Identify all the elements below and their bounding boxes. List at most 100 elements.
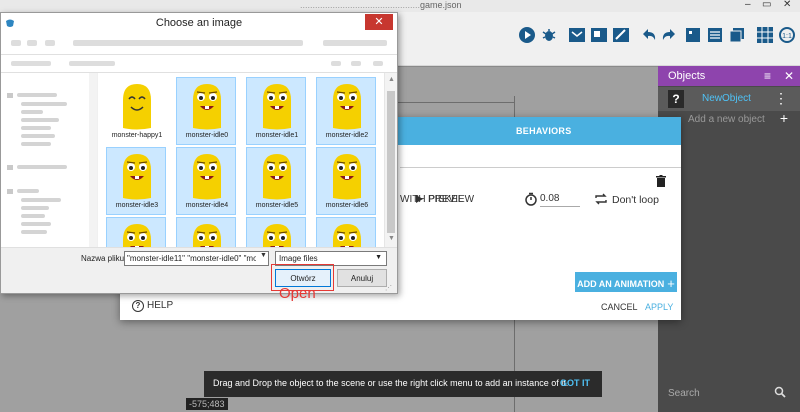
monster-thumbnail-icon — [123, 84, 151, 130]
file-item[interactable] — [176, 217, 236, 247]
organize-button[interactable] — [11, 61, 51, 66]
new-folder-button[interactable] — [69, 61, 115, 66]
forward-icon[interactable] — [27, 40, 37, 46]
object-icon[interactable] — [684, 26, 702, 44]
tab-behaviors[interactable]: BEHAVIORS — [516, 126, 572, 136]
file-item[interactable]: monster-idle3 — [106, 147, 166, 215]
folder-search-field[interactable] — [323, 40, 387, 46]
file-name: monster-idle0 — [185, 132, 229, 139]
objects-title: Objects — [668, 70, 706, 82]
cancel-button[interactable]: CANCEL — [601, 302, 638, 312]
chevron-down-icon[interactable]: ▼ — [260, 252, 267, 259]
events-editor-icon[interactable] — [568, 26, 586, 44]
file-item[interactable]: monster-idle2 — [316, 77, 376, 145]
file-name: monster-idle5 — [255, 202, 299, 209]
snackbar: Drag and Drop the object to the scene or… — [204, 371, 602, 397]
play-preview-icon[interactable] — [518, 26, 536, 44]
file-item[interactable] — [316, 217, 376, 247]
delete-animation-icon[interactable] — [656, 175, 666, 187]
file-item[interactable]: monster-idle0 — [176, 77, 236, 145]
up-icon[interactable] — [45, 40, 55, 46]
snackbar-message: Drag and Drop the object to the scene or… — [213, 378, 569, 388]
file-name: monster-idle4 — [185, 202, 229, 209]
search-icon[interactable] — [774, 386, 786, 398]
search-input[interactable]: Search — [668, 388, 700, 399]
scroll-down-icon[interactable]: ▼ — [388, 235, 395, 242]
debugger-icon[interactable] — [540, 26, 558, 44]
navigation-pane[interactable] — [1, 73, 97, 247]
resize-grip-icon[interactable]: ⋰ — [385, 284, 392, 292]
cancel-file-button[interactable]: Anuluj — [337, 269, 387, 287]
monster-thumbnail-icon — [263, 84, 291, 130]
file-dialog-footer: Nazwa pliku: ▼ Image files ▼ Otwórz Anul… — [1, 247, 397, 293]
close-panel-icon[interactable]: ✕ — [784, 69, 794, 83]
close-window-icon[interactable]: ✕ — [783, 0, 791, 10]
scene-properties-icon[interactable] — [590, 26, 608, 44]
file-list-scrollbar[interactable]: ▲ ▼ — [384, 73, 397, 247]
monster-thumbnail-icon — [333, 224, 361, 247]
file-name: monster-happy1 — [111, 132, 163, 139]
pane-icon[interactable] — [351, 61, 361, 66]
list-icon[interactable] — [706, 26, 724, 44]
back-icon[interactable] — [11, 40, 21, 46]
navigation-scrollbar[interactable] — [89, 73, 97, 247]
more-vert-icon[interactable]: ⋮ — [774, 90, 788, 107]
app-titlebar: ........................................… — [0, 0, 800, 12]
animation-toolbar: WITH PISKEL PREVIEW Don't loop — [400, 187, 681, 209]
frame-time-input[interactable] — [540, 191, 580, 207]
chevron-down-icon: ▼ — [375, 254, 382, 261]
close-dialog-button[interactable]: ✕ — [365, 14, 393, 30]
path-field[interactable] — [73, 40, 303, 46]
minimize-icon[interactable]: – — [745, 0, 751, 10]
monster-thumbnail-icon — [333, 84, 361, 130]
svg-text:1:1: 1:1 — [782, 33, 792, 40]
file-name: monster-idle3 — [115, 202, 159, 209]
got-it-button[interactable]: GOT IT — [560, 378, 590, 388]
loop-icon — [595, 193, 607, 205]
scroll-up-icon[interactable]: ▲ — [388, 76, 395, 83]
maximize-icon[interactable]: ▭ — [762, 0, 771, 10]
view-icon[interactable] — [331, 61, 341, 66]
cursor-coordinates: -575;483 — [186, 398, 228, 410]
file-name: monster-idle2 — [325, 132, 369, 139]
monster-thumbnail-icon — [193, 154, 221, 200]
scrollbar-thumb[interactable] — [387, 91, 395, 233]
file-item[interactable] — [246, 217, 306, 247]
layers-icon[interactable] — [728, 26, 746, 44]
preview-button[interactable]: PREVIEW — [428, 194, 474, 205]
loop-toggle[interactable]: Don't loop — [612, 194, 659, 206]
redo-icon[interactable] — [660, 26, 678, 44]
object-name[interactable]: NewObject — [702, 93, 751, 104]
command-bar — [1, 55, 397, 73]
file-item[interactable]: monster-idle1 — [246, 77, 306, 145]
add-new-object-label[interactable]: Add a new object — [688, 114, 765, 125]
help-button[interactable]: ? HELP — [132, 300, 173, 312]
file-item[interactable]: monster-happy1 — [106, 77, 166, 145]
file-item[interactable]: monster-idle4 — [176, 147, 236, 215]
plus-icon: + — [667, 275, 675, 291]
file-item[interactable]: monster-idle5 — [246, 147, 306, 215]
file-item[interactable]: monster-idle6 — [316, 147, 376, 215]
open-annotation-label: Open — [279, 285, 316, 302]
monster-thumbnail-icon — [123, 224, 151, 247]
add-object-plus-icon[interactable]: + — [780, 110, 788, 126]
help-icon: ? — [132, 300, 144, 312]
help-icon[interactable] — [373, 61, 383, 66]
monster-thumbnail-icon — [123, 154, 151, 200]
file-list: monster-happy1 monster-idle0 monster-idle1… — [98, 73, 384, 247]
monster-thumbnail-icon — [333, 154, 361, 200]
file-item[interactable] — [106, 217, 166, 247]
monster-thumbnail-icon — [193, 84, 221, 130]
object-thumbnail: ? — [668, 90, 684, 108]
add-animation-button[interactable]: ADD AN ANIMATION + — [575, 272, 677, 292]
zoom-icon[interactable]: 1:1 — [778, 26, 796, 44]
filename-input[interactable] — [124, 251, 269, 266]
object-row[interactable]: ? NewObject ⋮ — [658, 87, 800, 111]
edit-scene-icon[interactable] — [612, 26, 630, 44]
timer-icon — [525, 192, 537, 206]
grid-icon[interactable] — [756, 26, 774, 44]
undo-icon[interactable] — [640, 26, 658, 44]
apply-button[interactable]: APPLY — [645, 302, 673, 312]
file-chooser-dialog: Choose an image ✕ monster-happy1 monster-… — [0, 12, 398, 294]
filter-icon[interactable]: ≡ — [764, 69, 771, 83]
